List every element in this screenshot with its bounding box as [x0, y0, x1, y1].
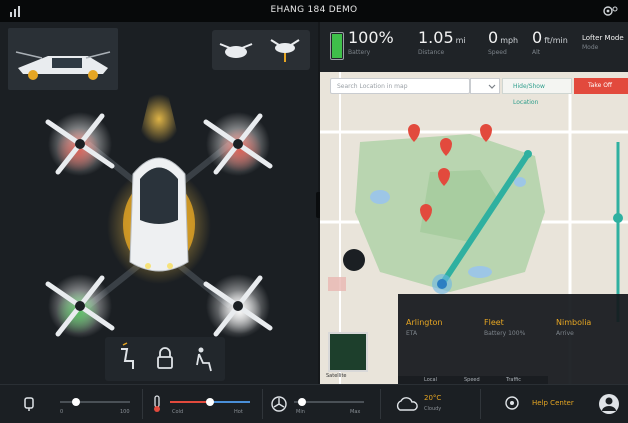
- fan-max-label: Max: [350, 409, 361, 415]
- light-slider[interactable]: [60, 398, 130, 406]
- passenger-icon: [196, 347, 212, 372]
- app-title: EHANG 184 DEMO: [270, 5, 358, 15]
- weather-temperature: 20°C: [424, 394, 442, 402]
- altitude-unit: ft/min: [544, 36, 568, 45]
- distance-value: 1.05: [418, 28, 454, 47]
- mode-label: Mode: [582, 44, 599, 51]
- info-item-destination: Arlington ETA: [406, 318, 443, 337]
- map-search-input[interactable]: Search Location in map: [330, 78, 470, 94]
- fan-min-label: Min: [296, 409, 305, 415]
- lock-icon: [157, 347, 173, 369]
- thermometer-icon: [154, 395, 160, 412]
- light-slider-knob[interactable]: [72, 398, 80, 406]
- location-toggle-link[interactable]: Hide/Show Location: [502, 78, 572, 106]
- support-icon[interactable]: [504, 395, 520, 413]
- passenger-button[interactable]: [185, 341, 221, 377]
- battery-stat: 100% Battery: [348, 28, 394, 68]
- chevron-down-icon: [488, 84, 496, 89]
- speed-value: 0: [488, 28, 499, 47]
- tab-speed[interactable]: Speed: [464, 377, 480, 383]
- search-filter-dropdown[interactable]: [470, 78, 500, 94]
- altitude-label: Alt: [532, 49, 541, 56]
- tab-traffic[interactable]: Traffic: [506, 377, 521, 383]
- bottom-toolbar: 0 100 Cold Hot Min Max 20°C Cloudy Help …: [0, 384, 628, 423]
- drone-status-panel: [0, 22, 318, 384]
- control-button-group: [105, 337, 225, 381]
- temp-max-label: Hot: [234, 409, 243, 415]
- current-location-dot[interactable]: [343, 249, 365, 271]
- altitude-value: 0: [532, 28, 543, 47]
- app-window: EHANG 184 DEMO 100% Battery 1.05 mi Dist…: [0, 0, 628, 423]
- light-icon[interactable]: [20, 395, 38, 413]
- drone-diagram: [45, 94, 273, 338]
- temperature-slider[interactable]: [170, 398, 250, 406]
- distance-stat: 1.05 mi Distance: [418, 28, 466, 68]
- temperature-slider-knob[interactable]: [206, 398, 214, 406]
- fan-icon[interactable]: [270, 395, 288, 413]
- account-icon[interactable]: [598, 393, 620, 415]
- take-off-button[interactable]: Take Off: [574, 78, 628, 94]
- distance-unit: mi: [455, 36, 466, 45]
- speed-unit: mph: [500, 36, 519, 45]
- tab-local[interactable]: Local: [424, 377, 437, 383]
- top-light-beam: [138, 94, 180, 144]
- speed-label: Speed: [488, 49, 507, 56]
- mode-stat: Lofter Mode Mode: [582, 28, 624, 68]
- seat-icon: [121, 342, 134, 369]
- info-item-fleet: Fleet Battery 100%: [484, 318, 526, 337]
- map-view-tabs: Local Speed Traffic: [398, 376, 548, 384]
- light-min-label: 0: [60, 409, 64, 415]
- altitude-slider-knob[interactable]: [613, 213, 623, 223]
- altitude-stat: 0 ft/min Alt: [532, 28, 568, 68]
- route-map[interactable]: Search Location in map Hide/Show Locatio…: [320, 72, 628, 384]
- trip-info-panel: Arlington ETA Fleet Battery 100% Nimboli…: [398, 294, 628, 384]
- light-max-label: 100: [120, 409, 130, 415]
- navigation-panel: 100% Battery 1.05 mi Distance 0 mph Speed …: [320, 22, 628, 384]
- mode-value: Lofter Mode: [582, 34, 624, 42]
- fan-slider-knob[interactable]: [298, 398, 306, 406]
- help-center-label[interactable]: Help Center: [532, 399, 574, 407]
- satellite-minimap[interactable]: [328, 332, 368, 372]
- battery-icon: [330, 32, 344, 60]
- seat-button[interactable]: [109, 341, 145, 377]
- info-item-arrival: Nimbolia Arrive: [556, 318, 592, 337]
- distance-label: Distance: [418, 49, 445, 56]
- lock-button[interactable]: [147, 341, 183, 377]
- cloud-icon: [396, 397, 418, 411]
- cockpit-window: [140, 167, 178, 224]
- battery-label: Battery: [348, 49, 371, 56]
- fan-slider[interactable]: [294, 398, 364, 406]
- minimap-label: Satellite: [326, 373, 347, 379]
- battery-value: 100%: [348, 28, 394, 47]
- speed-stat: 0 mph Speed: [488, 28, 518, 68]
- temp-min-label: Cold: [172, 409, 184, 415]
- settings-icon[interactable]: [602, 4, 618, 18]
- flight-stats-bar: 100% Battery 1.05 mi Distance 0 mph Speed …: [320, 22, 628, 72]
- top-bar: EHANG 184 DEMO: [0, 0, 628, 22]
- weather-condition: Cloudy: [424, 406, 442, 412]
